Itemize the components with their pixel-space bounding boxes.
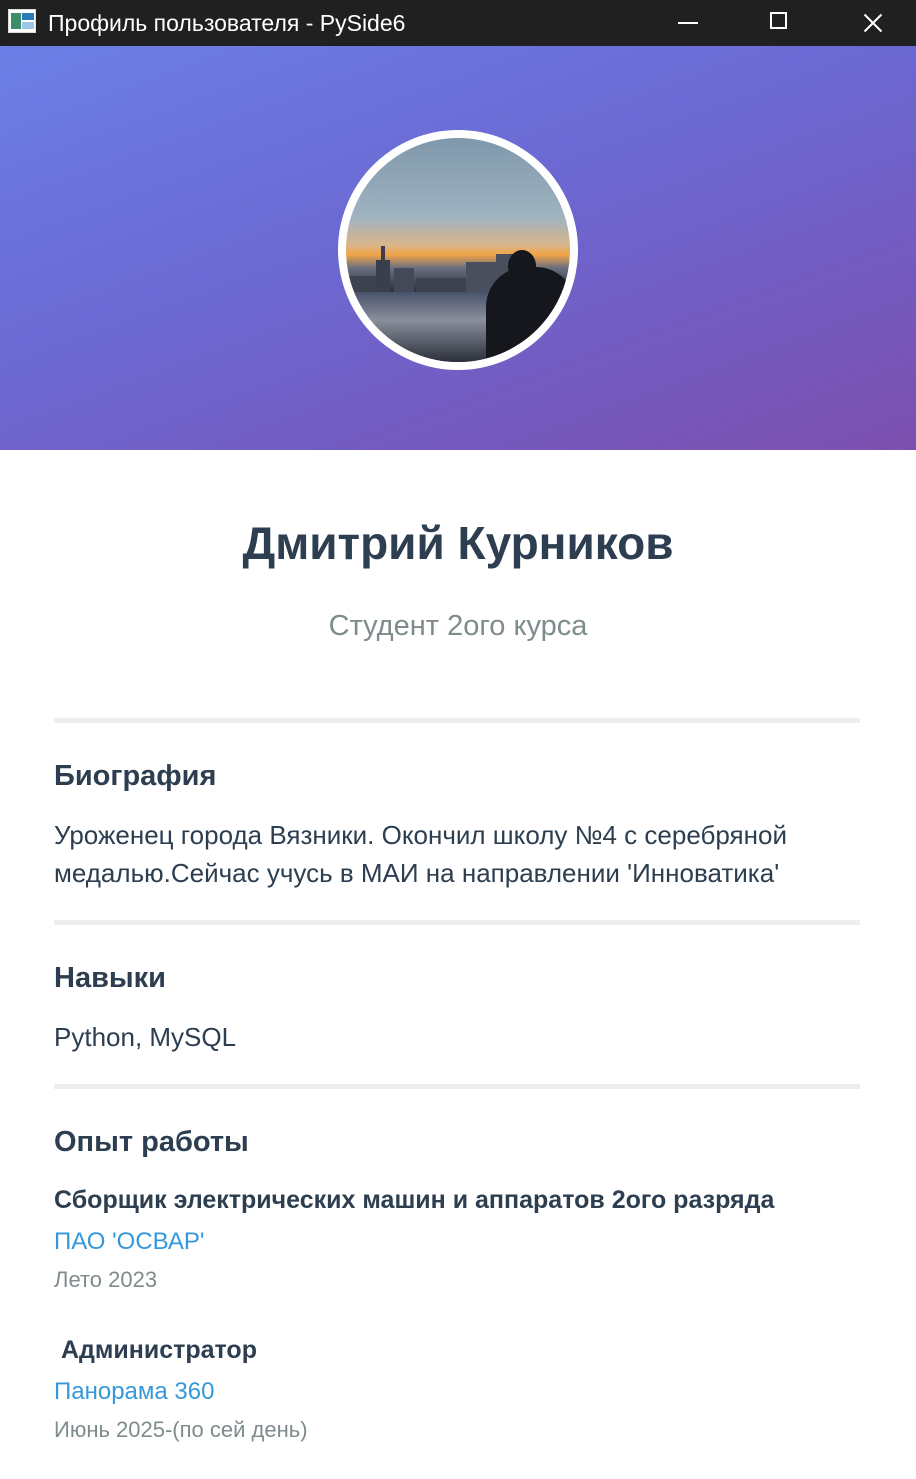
skills-text: Python, MySQL xyxy=(54,1022,237,1052)
profile-header-banner xyxy=(0,46,916,450)
window-title: Профиль пользователя - PySide6 xyxy=(48,10,406,36)
minimize-icon[interactable] xyxy=(658,0,718,46)
app-icon xyxy=(8,9,36,33)
title-bar: Профиль пользователя - PySide6 xyxy=(0,0,916,46)
skills-heading: Навыки xyxy=(54,962,167,994)
experience-heading: Опыт работы xyxy=(54,1126,249,1158)
bio-heading: Биография xyxy=(54,760,217,792)
divider xyxy=(54,920,860,925)
job-position: Сборщик электрических машин и аппаратов … xyxy=(54,1186,775,1214)
bio-text: Уроженец города Вязники. Окончил школу №… xyxy=(54,820,787,888)
close-icon[interactable] xyxy=(842,0,902,46)
job-company-link[interactable]: ПАО 'ОСВАР' xyxy=(54,1228,204,1256)
avatar xyxy=(338,130,578,370)
job-position: Администратор xyxy=(54,1336,257,1364)
avatar-photo xyxy=(346,138,570,362)
divider xyxy=(54,1084,860,1089)
profile-name: Дмитрий Курников xyxy=(242,517,674,569)
job-period: Лето 2023 xyxy=(54,1267,158,1292)
divider xyxy=(54,718,860,723)
profile-subtitle: Студент 2ого курса xyxy=(328,610,588,642)
job-company-link[interactable]: Панорама 360 xyxy=(54,1378,214,1406)
job-period: Июнь 2025-(по сей день) xyxy=(54,1417,308,1442)
maximize-icon[interactable] xyxy=(750,0,810,46)
